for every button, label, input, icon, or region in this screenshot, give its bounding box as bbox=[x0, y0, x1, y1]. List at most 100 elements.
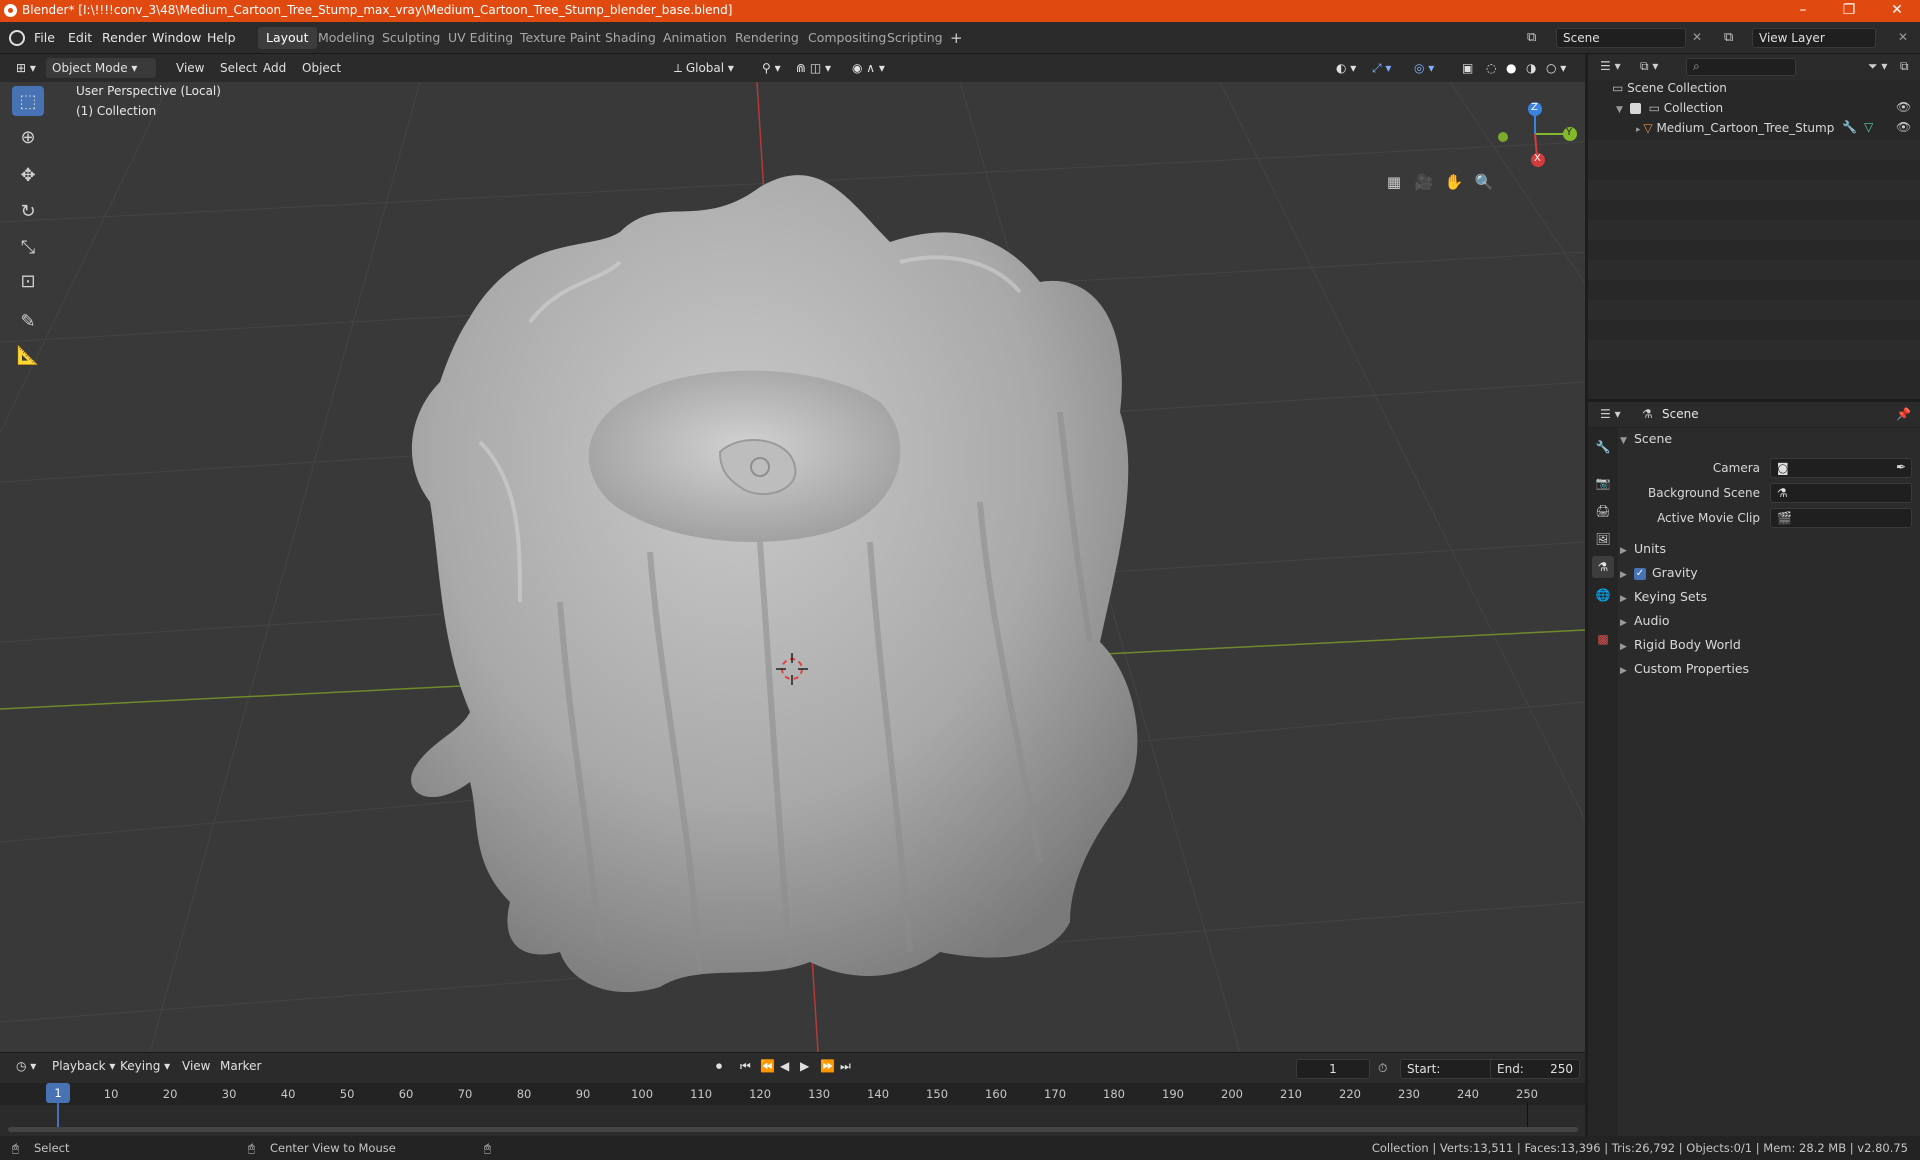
maximize-button[interactable]: ❐ bbox=[1826, 0, 1872, 22]
view-layer-field[interactable]: View Layer bbox=[1752, 28, 1876, 48]
xray-icon[interactable]: ▣ bbox=[1456, 58, 1479, 78]
render-tab-icon[interactable]: 📷 bbox=[1592, 472, 1614, 494]
tab-modeling[interactable]: Modeling bbox=[310, 27, 383, 49]
cursor-tool[interactable]: ⊕ bbox=[12, 122, 44, 152]
timeline-view-menu[interactable]: View bbox=[176, 1056, 216, 1076]
outliner-editor-type-icon[interactable]: ☰ ▾ bbox=[1600, 59, 1621, 73]
transform-orientation-dropdown[interactable]: ⟂ Global ▾ bbox=[668, 58, 748, 78]
select-box-tool[interactable]: ⬚ bbox=[12, 86, 44, 116]
new-collection-icon[interactable]: ⧉ bbox=[1900, 59, 1909, 74]
menu-render[interactable]: Render bbox=[102, 30, 147, 45]
tab-scripting[interactable]: Scripting bbox=[879, 27, 951, 49]
menu-view[interactable]: View bbox=[170, 58, 210, 78]
expand-arrow-icon[interactable]: ▼ bbox=[1616, 105, 1626, 115]
pan-view-icon[interactable]: ✋ bbox=[1440, 168, 1468, 196]
proportional-edit-icon[interactable]: ◉ ∧ ▾ bbox=[846, 58, 891, 78]
tab-layout[interactable]: Layout bbox=[258, 27, 317, 49]
editor-type-icon[interactable]: ⊞ ▾ bbox=[10, 58, 42, 78]
view-layer-tab-icon[interactable]: 🖼 bbox=[1592, 528, 1614, 550]
add-workspace-button[interactable]: + bbox=[942, 27, 971, 49]
pin-icon[interactable]: 📌 bbox=[1896, 407, 1911, 421]
tab-sculpting[interactable]: Sculpting bbox=[374, 27, 448, 49]
menu-object[interactable]: Object bbox=[296, 58, 347, 78]
tab-texture-paint[interactable]: Texture Paint bbox=[512, 27, 609, 49]
outliner-object-row[interactable]: ▸ ▽ Medium_Cartoon_Tree_Stump bbox=[1636, 118, 1834, 138]
rendered-shading-icon[interactable]: ○ ▾ bbox=[1540, 58, 1572, 78]
record-button[interactable]: ⏺ bbox=[710, 1056, 728, 1076]
close-button[interactable]: ✕ bbox=[1874, 0, 1920, 22]
visibility-icon[interactable]: ◐ ▾ bbox=[1330, 58, 1362, 78]
end-frame-field[interactable]: End: 250 bbox=[1490, 1059, 1580, 1079]
tab-rendering[interactable]: Rendering bbox=[727, 27, 807, 49]
jump-end-button[interactable]: ⏭ bbox=[834, 1056, 857, 1076]
playhead-frame-indicator[interactable]: 1 bbox=[46, 1083, 70, 1103]
outliner-scene-collection[interactable]: ▭ Scene Collection bbox=[1612, 78, 1727, 98]
snap-icon[interactable]: ⋒ ◫ ▾ bbox=[790, 58, 837, 78]
annotate-tool[interactable]: ✎ bbox=[12, 306, 44, 336]
tab-shading[interactable]: Shading bbox=[597, 27, 664, 49]
output-tab-icon[interactable]: 🖨 bbox=[1592, 500, 1614, 522]
filter-icon[interactable]: ⏷ ▾ bbox=[1868, 59, 1887, 74]
move-tool[interactable]: ✥ bbox=[12, 160, 44, 190]
texture-tab-icon[interactable]: ▩ bbox=[1592, 628, 1614, 650]
play-button[interactable]: ▶ bbox=[794, 1056, 815, 1076]
menu-file[interactable]: File bbox=[34, 30, 55, 45]
gravity-panel-header[interactable]: ▶ ✓ Gravity bbox=[1620, 562, 1698, 584]
scene-panel-header[interactable]: ▼ Scene bbox=[1620, 428, 1672, 450]
object-visibility-eye-icon[interactable]: 👁 bbox=[1896, 120, 1911, 134]
current-frame-field[interactable]: 1 bbox=[1296, 1059, 1370, 1079]
tab-uv-editing[interactable]: UV Editing bbox=[440, 27, 521, 49]
grid-view-icon[interactable]: ▦ bbox=[1380, 168, 1408, 196]
object-mode-dropdown[interactable]: Object Mode ▾ bbox=[46, 58, 156, 78]
scene-tab-icon[interactable]: ⚗ bbox=[1592, 556, 1614, 578]
menu-help[interactable]: Help bbox=[207, 30, 236, 45]
preview-range-icon[interactable]: ⏱ bbox=[1378, 1061, 1387, 1076]
timeline-scrollbar[interactable] bbox=[8, 1127, 1578, 1132]
transform-tool[interactable]: ⊡ bbox=[12, 266, 44, 296]
keying-sets-panel-header[interactable]: ▶ Keying Sets bbox=[1620, 586, 1707, 608]
blender-menu-icon[interactable] bbox=[9, 30, 25, 46]
gravity-checkbox[interactable]: ✓ bbox=[1634, 567, 1646, 580]
eyedropper-icon[interactable]: ✒ bbox=[1896, 460, 1906, 474]
tool-tab-icon[interactable]: 🔧 bbox=[1592, 436, 1614, 458]
view-layer-icon[interactable]: ⧉ bbox=[1724, 30, 1733, 45]
rigid-body-world-panel-header[interactable]: ▶ Rigid Body World bbox=[1620, 634, 1741, 656]
menu-add[interactable]: Add bbox=[257, 58, 292, 78]
keying-menu[interactable]: Keying ▾ bbox=[114, 1056, 176, 1076]
gizmo-toggle-icon[interactable]: ⤢ ▾ bbox=[1366, 58, 1397, 78]
menu-edit[interactable]: Edit bbox=[68, 30, 92, 45]
camera-view-icon[interactable]: 🎥 bbox=[1410, 168, 1438, 196]
background-scene-field[interactable]: ⚗ bbox=[1770, 483, 1912, 503]
properties-editor-type-icon[interactable]: ☰ ▾ bbox=[1600, 407, 1621, 421]
outliner-collection[interactable]: ▼ ▭ Collection bbox=[1616, 98, 1723, 118]
scene-selector-icon[interactable]: ⧉ bbox=[1527, 30, 1536, 45]
tab-animation[interactable]: Animation bbox=[655, 27, 735, 49]
minimize-button[interactable]: – bbox=[1780, 0, 1826, 22]
remove-scene-icon[interactable]: ✕ bbox=[1692, 30, 1702, 44]
audio-panel-header[interactable]: ▶ Audio bbox=[1620, 610, 1670, 632]
menu-window[interactable]: Window bbox=[152, 30, 201, 45]
scale-tool[interactable]: ⤡ bbox=[12, 232, 44, 262]
menu-select[interactable]: Select bbox=[214, 58, 263, 78]
collection-checkbox[interactable] bbox=[1629, 103, 1641, 114]
3d-viewport[interactable]: User Perspective (Local) (1) Collection … bbox=[0, 82, 1585, 1052]
display-mode-icon[interactable]: ⧉ ▾ bbox=[1640, 59, 1658, 74]
marker-menu[interactable]: Marker bbox=[214, 1056, 267, 1076]
pivot-point-icon[interactable]: ⚲ ▾ bbox=[756, 58, 787, 78]
measure-tool[interactable]: 📐 bbox=[12, 340, 44, 370]
rotate-tool[interactable]: ↻ bbox=[12, 196, 44, 226]
play-reverse-button[interactable]: ◀ bbox=[774, 1056, 795, 1076]
overlays-icon[interactable]: ◎ ▾ bbox=[1408, 58, 1440, 78]
camera-field[interactable]: ◙ bbox=[1770, 458, 1912, 478]
scene-field[interactable]: Scene bbox=[1556, 28, 1686, 48]
world-tab-icon[interactable]: 🌐 bbox=[1592, 584, 1614, 606]
playback-menu[interactable]: Playback ▾ bbox=[46, 1056, 121, 1076]
custom-properties-panel-header[interactable]: ▶ Custom Properties bbox=[1620, 658, 1749, 680]
remove-view-layer-icon[interactable]: ✕ bbox=[1898, 30, 1908, 44]
timeline-editor-type-icon[interactable]: ◷ ▾ bbox=[10, 1056, 42, 1076]
active-movie-clip-field[interactable]: 🎬 bbox=[1770, 508, 1912, 528]
collection-visibility-eye-icon[interactable]: 👁 bbox=[1896, 100, 1911, 114]
units-panel-header[interactable]: ▶ Units bbox=[1620, 538, 1666, 560]
modifier-icon[interactable]: 🔧 bbox=[1842, 120, 1857, 134]
outliner-search-input[interactable]: ⌕ bbox=[1686, 58, 1796, 76]
